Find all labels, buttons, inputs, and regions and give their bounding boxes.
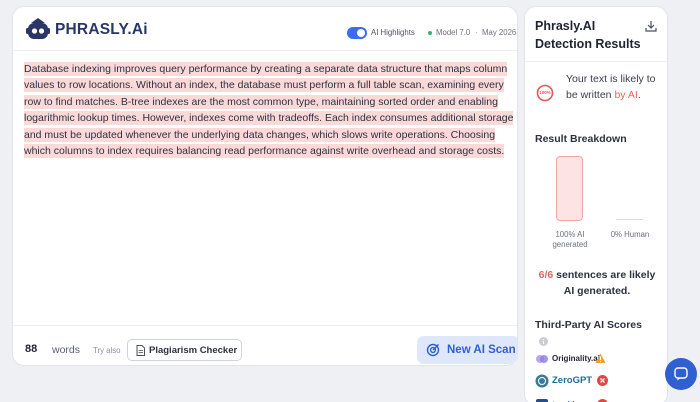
verdict-highlight: by AI: [614, 89, 638, 101]
info-icon[interactable]: [539, 337, 548, 346]
ai-bar-label: 100% AI generated: [552, 230, 588, 249]
third-party-name: ZeroGPT: [552, 375, 593, 386]
try-also-label: Try also: [93, 346, 121, 355]
model-date: May 2026: [482, 28, 517, 37]
ai-highlights-label: AI Highlights: [371, 28, 415, 37]
chat-support-button[interactable]: [665, 358, 697, 390]
ai-highlights-toggle[interactable]: [347, 27, 367, 39]
chat-icon: [674, 367, 688, 381]
sentence-summary: 6/6 sentences are likely AI generated.: [533, 267, 661, 299]
robot-logo-icon: [26, 18, 50, 39]
results-panel: Phrasly.AI Detection Results 100% Your t…: [524, 6, 668, 402]
zerogpt-logo-icon: [535, 374, 549, 388]
verdict-prefix: Your text is likely to be written: [566, 73, 656, 101]
editor-footer: 88 words Try also Plagiarism Checker New…: [13, 325, 517, 365]
model-label: Model 7.0: [436, 28, 471, 37]
new-ai-scan-button[interactable]: New AI Scan: [417, 336, 517, 364]
sentence-summary-text: sentences are likely AI generated.: [556, 269, 656, 297]
plagiarism-checker-button[interactable]: Plagiarism Checker: [127, 339, 242, 361]
scan-icon: [426, 343, 440, 357]
document-icon: [136, 345, 145, 356]
turnitin-logo-icon: [536, 399, 548, 402]
third-party-name: Originality.ai: [552, 354, 600, 363]
highlighted-text: Database indexing improves query perform…: [24, 62, 514, 159]
fail-icon: [597, 375, 608, 386]
breakdown-title: Result Breakdown: [535, 133, 627, 145]
verdict-suffix: .: [637, 89, 641, 101]
results-divider: [525, 61, 667, 62]
header-separator: ·: [475, 28, 478, 37]
third-party-row-zerogpt: ZeroGPT: [535, 373, 659, 389]
sentence-ratio: 6/6: [538, 269, 554, 281]
results-title: Detection Results: [535, 37, 641, 51]
input-text-area[interactable]: Database indexing improves query perform…: [24, 61, 514, 159]
third-party-row-originality: Originality.ai: [535, 351, 659, 367]
human-bar: [616, 219, 643, 220]
ai-bar-track: [556, 156, 583, 221]
warning-icon: [595, 353, 606, 363]
new-ai-scan-label: New AI Scan: [447, 344, 516, 356]
editor-header: PHRASLY.Ai AI Highlights Model 7.0 · May…: [13, 7, 517, 51]
ai-bar: [556, 156, 583, 221]
originality-logo-icon: [536, 355, 548, 363]
word-count: 88: [25, 343, 38, 355]
brand-name: PHRASLY.Ai: [55, 21, 148, 38]
download-icon[interactable]: [645, 20, 657, 32]
verdict-text: Your text is likely to be written by AI.: [566, 71, 666, 103]
model-status-dot: [428, 31, 432, 35]
third-party-title: Third-Party AI Scores: [535, 319, 642, 331]
plagiarism-checker-label: Plagiarism Checker: [149, 345, 238, 356]
word-count-label: words: [52, 344, 81, 356]
human-bar-label: 0% Human: [610, 230, 650, 239]
ai-score-percent: 100%: [539, 90, 551, 95]
results-title-brand: Phrasly.AI: [535, 19, 596, 33]
third-party-row-turnitin: turnitin: [535, 397, 659, 402]
editor-panel: PHRASLY.Ai AI Highlights Model 7.0 · May…: [12, 6, 518, 366]
